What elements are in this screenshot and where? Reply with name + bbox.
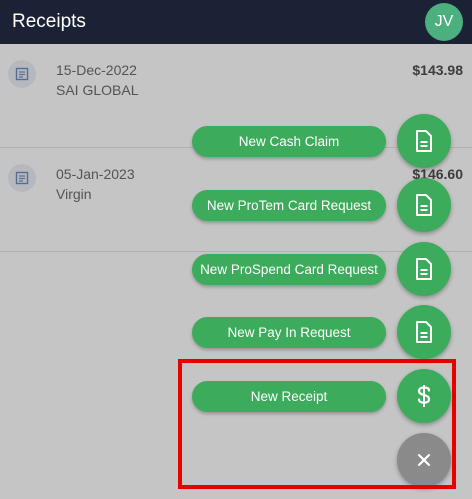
new-cash-claim-button[interactable]: New Cash Claim: [192, 126, 386, 157]
document-icon: [416, 130, 432, 152]
avatar[interactable]: JV: [425, 3, 463, 41]
app-bar: Receipts JV: [0, 0, 472, 44]
document-icon: [416, 194, 432, 216]
new-prospend-card-request-button[interactable]: New ProSpend Card Request: [192, 254, 386, 285]
new-pay-in-request-fab[interactable]: [397, 305, 451, 359]
new-cash-claim-fab[interactable]: [397, 114, 451, 168]
highlight-box: [178, 359, 456, 489]
new-protem-card-request-fab[interactable]: [397, 178, 451, 232]
new-prospend-card-request-fab[interactable]: [397, 242, 451, 296]
new-pay-in-request-button[interactable]: New Pay In Request: [192, 317, 386, 348]
document-icon: [416, 321, 432, 343]
document-icon: [416, 258, 432, 280]
new-protem-card-request-button[interactable]: New ProTem Card Request: [192, 190, 386, 221]
page-title: Receipts: [12, 11, 86, 32]
